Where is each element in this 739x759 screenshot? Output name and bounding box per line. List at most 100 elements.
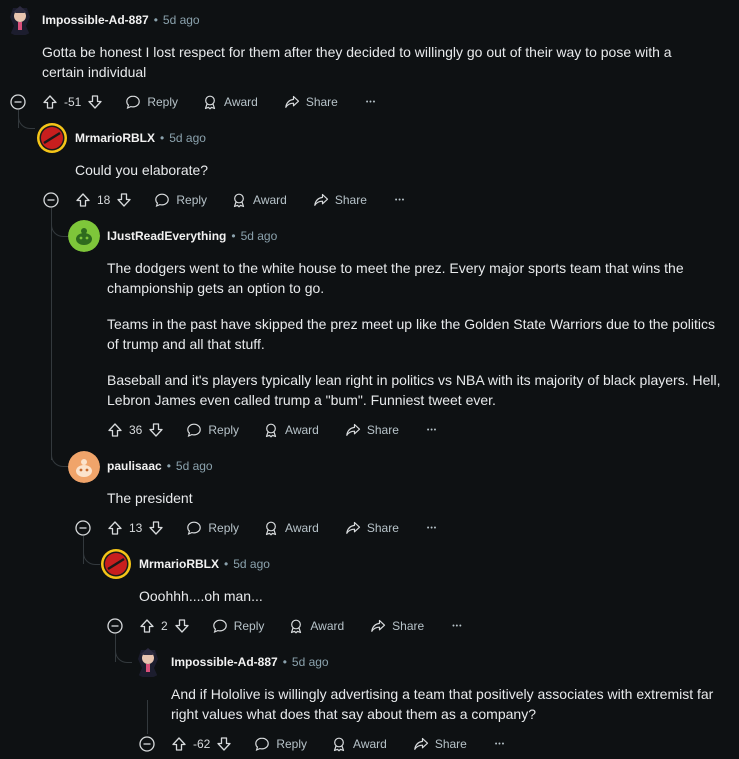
- upvote-icon: [108, 521, 122, 535]
- upvote-button[interactable]: [139, 618, 155, 634]
- more-icon: •••: [365, 98, 377, 106]
- timestamp[interactable]: 5d ago: [169, 131, 206, 145]
- award-label: Award: [353, 737, 387, 751]
- vote-score: -51: [64, 95, 82, 109]
- more-options-button[interactable]: •••: [452, 623, 462, 630]
- reply-label: Reply: [233, 619, 265, 633]
- award-icon: [291, 619, 302, 634]
- avatar[interactable]: [100, 548, 132, 580]
- username[interactable]: Impossible-Ad-887: [171, 655, 278, 669]
- vote-score: 13: [129, 521, 143, 535]
- award-icon: [233, 193, 245, 208]
- downvote-button[interactable]: [148, 422, 164, 438]
- comment-actions: -51 Reply Award Share •••: [42, 90, 376, 114]
- share-label: Share: [334, 193, 367, 207]
- award-button[interactable]: Award: [263, 520, 319, 536]
- share-icon: [314, 193, 328, 206]
- collapse-icon[interactable]: [10, 94, 26, 110]
- comment-paragraph: Could you elaborate?: [75, 162, 209, 178]
- timestamp[interactable]: 5d ago: [292, 655, 329, 669]
- thread-line: [51, 208, 52, 460]
- upvote-icon: [108, 423, 122, 437]
- downvote-button[interactable]: [216, 736, 232, 752]
- upvote-button[interactable]: [107, 520, 123, 536]
- share-label: Share: [392, 619, 425, 633]
- more-icon: •••: [394, 196, 406, 204]
- comment-meta: IJustReadEverything • 5d ago: [107, 226, 277, 246]
- collapse-icon[interactable]: [107, 618, 123, 634]
- downvote-button[interactable]: [116, 192, 132, 208]
- reply-icon: [126, 95, 141, 110]
- share-button[interactable]: Share: [370, 618, 424, 634]
- username[interactable]: MrmarioRBLX: [139, 557, 219, 571]
- timestamp[interactable]: 5d ago: [176, 459, 213, 473]
- upvote-button[interactable]: [107, 422, 123, 438]
- share-button[interactable]: Share: [345, 520, 399, 536]
- avatar[interactable]: [4, 4, 36, 36]
- reply-button[interactable]: Reply: [154, 192, 207, 208]
- share-button[interactable]: Share: [413, 736, 467, 752]
- share-label: Share: [434, 737, 467, 751]
- award-button[interactable]: Award: [231, 192, 287, 208]
- avatar[interactable]: [36, 122, 68, 154]
- downvote-icon: [175, 619, 189, 633]
- username[interactable]: Impossible-Ad-887: [42, 13, 149, 27]
- comment-meta: Impossible-Ad-887 • 5d ago: [171, 652, 329, 672]
- more-options-button[interactable]: •••: [427, 525, 437, 532]
- reply-label: Reply: [276, 737, 308, 751]
- upvote-button[interactable]: [75, 192, 91, 208]
- share-label: Share: [366, 521, 399, 535]
- share-button[interactable]: Share: [345, 422, 399, 438]
- username[interactable]: IJustReadEverything: [107, 229, 226, 243]
- downvote-button[interactable]: [148, 520, 164, 536]
- downvote-button[interactable]: [87, 94, 103, 110]
- timestamp[interactable]: 5d ago: [163, 13, 200, 27]
- separator-dot: •: [166, 459, 171, 473]
- share-icon: [346, 521, 360, 534]
- separator-dot: •: [282, 655, 287, 669]
- thread-elbow: [18, 112, 35, 129]
- share-icon: [414, 737, 428, 750]
- avatar[interactable]: [68, 220, 100, 252]
- comment-paragraph: The president: [107, 490, 193, 506]
- share-button[interactable]: Share: [313, 192, 367, 208]
- award-label: Award: [310, 619, 345, 633]
- separator-dot: •: [160, 131, 165, 145]
- reply-button[interactable]: Reply: [125, 94, 178, 110]
- reply-label: Reply: [208, 423, 240, 437]
- award-button[interactable]: Award: [331, 736, 387, 752]
- reply-button[interactable]: Reply: [186, 520, 239, 536]
- comment-meta: MrmarioRBLX • 5d ago: [75, 128, 206, 148]
- award-button[interactable]: Award: [263, 422, 319, 438]
- timestamp[interactable]: 5d ago: [233, 557, 270, 571]
- collapse-icon[interactable]: [43, 192, 59, 208]
- collapse-icon[interactable]: [75, 520, 91, 536]
- collapse-icon[interactable]: [139, 736, 155, 752]
- reply-button[interactable]: Reply: [212, 618, 265, 634]
- avatar[interactable]: [132, 646, 164, 678]
- share-icon: [346, 423, 360, 436]
- reply-label: Reply: [208, 521, 240, 535]
- comment-meta: MrmarioRBLX • 5d ago: [139, 554, 270, 574]
- upvote-button[interactable]: [171, 736, 187, 752]
- reply-button[interactable]: Reply: [186, 422, 239, 438]
- more-options-button[interactable]: •••: [495, 741, 505, 748]
- award-button[interactable]: Award: [202, 94, 258, 110]
- avatar[interactable]: [68, 451, 100, 483]
- username[interactable]: MrmarioRBLX: [75, 131, 155, 145]
- more-options-button[interactable]: •••: [427, 427, 437, 434]
- reply-icon: [155, 193, 170, 208]
- award-button[interactable]: Award: [288, 618, 344, 634]
- username[interactable]: paulisaac: [107, 459, 162, 473]
- reply-button[interactable]: Reply: [254, 736, 307, 752]
- share-button[interactable]: Share: [284, 94, 338, 110]
- more-options-button[interactable]: •••: [395, 197, 405, 204]
- upvote-button[interactable]: [42, 94, 58, 110]
- comment-body: The dodgers went to the white house to m…: [107, 258, 727, 426]
- thread-elbow: [83, 540, 100, 565]
- downvote-button[interactable]: [174, 618, 190, 634]
- more-options-button[interactable]: •••: [366, 99, 376, 106]
- timestamp[interactable]: 5d ago: [241, 229, 278, 243]
- downvote-icon: [117, 193, 132, 207]
- comment-paragraph: Teams in the past have skipped the prez …: [107, 316, 716, 352]
